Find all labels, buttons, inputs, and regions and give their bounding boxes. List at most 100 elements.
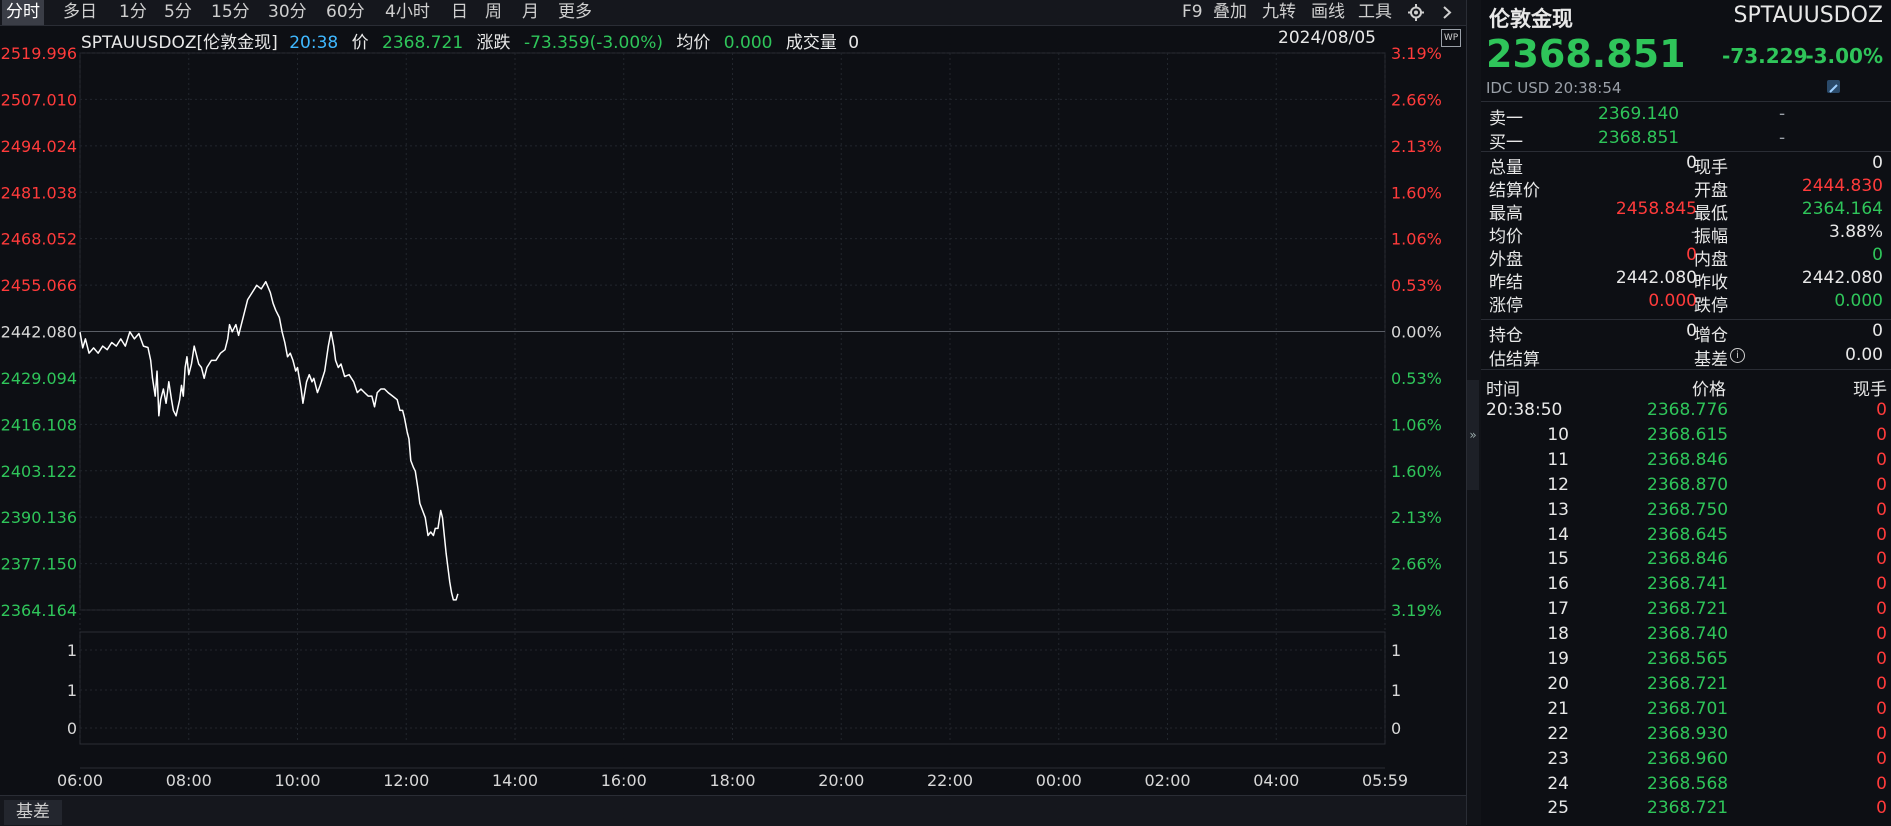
stat-label: 振幅 bbox=[1694, 227, 1728, 247]
add-value: 0 bbox=[1872, 321, 1883, 341]
panel-change: -73.229 bbox=[1722, 44, 1808, 68]
panel-subinfo: IDC USD 20:38:54 bbox=[1486, 79, 1622, 97]
tick-volume: 0 bbox=[1876, 798, 1887, 819]
tick-time: 15 bbox=[1547, 549, 1569, 570]
y-tick-label-left: 2519.996 bbox=[1, 44, 77, 63]
panel-code: SPTAUUSDOZ bbox=[1733, 3, 1883, 28]
tick-time: 21 bbox=[1547, 698, 1569, 719]
tick-time: 14 bbox=[1547, 524, 1569, 545]
tick-volume: 0 bbox=[1876, 549, 1887, 570]
y-tick-label-right: 3.19% bbox=[1391, 44, 1442, 63]
period-tab-day[interactable]: 日 bbox=[451, 0, 468, 25]
period-tab-1min[interactable]: 1分 bbox=[119, 0, 147, 25]
period-tab-4hour[interactable]: 4小时 bbox=[385, 0, 430, 25]
info-price-label: 价 bbox=[351, 33, 369, 53]
period-tab-30min[interactable]: 30分 bbox=[268, 0, 307, 25]
tick-volume: 0 bbox=[1876, 649, 1887, 669]
period-tab-more[interactable]: 更多 bbox=[558, 0, 592, 25]
period-tab-intraday[interactable]: 分时 bbox=[2, 0, 44, 25]
tick-volume: 0 bbox=[1876, 449, 1887, 470]
tick-price: 2368.645 bbox=[1647, 524, 1729, 545]
info-change-label: 涨跌 bbox=[476, 33, 511, 53]
basis-tab[interactable]: 基差 bbox=[4, 800, 62, 825]
draw-line-button[interactable]: 画线 bbox=[1311, 0, 1345, 25]
tools-button[interactable]: 工具 bbox=[1358, 0, 1392, 25]
tick-volume: 0 bbox=[1876, 673, 1887, 694]
period-tab-month[interactable]: 月 bbox=[522, 0, 539, 25]
volume-tick-label-left: 1 bbox=[67, 681, 77, 700]
y-tick-label-right: 1.60% bbox=[1391, 462, 1442, 481]
stat-label: 总量 bbox=[1489, 158, 1523, 178]
y-tick-label-left: 2403.122 bbox=[1, 462, 77, 481]
info-avg-label: 均价 bbox=[676, 33, 711, 53]
info-volume: 0 bbox=[848, 33, 860, 53]
tick-time: 17 bbox=[1547, 599, 1569, 620]
period-tab-week[interactable]: 周 bbox=[485, 0, 502, 25]
y-tick-label-left: 2507.010 bbox=[1, 90, 77, 109]
x-tick-label: 06:00 bbox=[57, 771, 103, 790]
ticks-header-volume: 现手 bbox=[1853, 380, 1887, 400]
volume-tick-label-left: 0 bbox=[67, 719, 77, 738]
info-avg: 0.000 bbox=[723, 33, 773, 53]
tick-price: 2368.721 bbox=[1647, 798, 1729, 819]
tick-time: 18 bbox=[1547, 624, 1569, 645]
tick-price: 2368.721 bbox=[1647, 599, 1729, 620]
ticks-header-price: 价格 bbox=[1692, 380, 1726, 400]
overlay-button[interactable]: 叠加 bbox=[1213, 0, 1247, 25]
stat-label: 现手 bbox=[1694, 158, 1728, 178]
y-tick-label-right: 1.06% bbox=[1391, 415, 1442, 434]
x-tick-label: 05:59 bbox=[1362, 771, 1408, 790]
intraday-chart[interactable]: 2519.996 3.19% 2507.010 2.66% 2494.024 2.13% 2… bbox=[0, 26, 1466, 795]
stat-value: 2442.080 bbox=[1615, 268, 1697, 288]
x-tick-label: 10:00 bbox=[274, 771, 320, 790]
wp-badge[interactable]: WP bbox=[1441, 29, 1461, 47]
tick-volume: 0 bbox=[1876, 574, 1887, 595]
tick-price: 2368.740 bbox=[1647, 624, 1729, 645]
tick-volume: 0 bbox=[1876, 624, 1887, 645]
tick-time: 25 bbox=[1547, 798, 1569, 819]
tick-volume: 0 bbox=[1876, 424, 1887, 445]
info-time: 20:38 bbox=[289, 33, 339, 53]
tick-time: 20:38:50 bbox=[1486, 400, 1563, 420]
y-tick-label-right: 2.13% bbox=[1391, 137, 1442, 156]
x-tick-label: 16:00 bbox=[601, 771, 647, 790]
stat-value: 0 bbox=[1686, 245, 1697, 265]
tick-volume: 0 bbox=[1876, 524, 1887, 545]
x-tick-label: 08:00 bbox=[166, 771, 212, 790]
tick-price: 2368.870 bbox=[1647, 474, 1729, 495]
period-tab-15min[interactable]: 15分 bbox=[211, 0, 250, 25]
period-tab-multiday[interactable]: 多日 bbox=[63, 0, 97, 25]
collapse-panel-button[interactable]: » bbox=[1467, 380, 1479, 490]
tick-volume: 0 bbox=[1876, 474, 1887, 495]
info-icon[interactable]: i bbox=[1730, 348, 1745, 363]
period-tab-60min[interactable]: 60分 bbox=[326, 0, 365, 25]
chevron-right-icon[interactable] bbox=[1440, 0, 1454, 25]
stat-value: 3.88% bbox=[1828, 222, 1883, 242]
period-toolbar: 分时 多日 1分 5分 15分 30分 60分 4小时 日 周 月 更多 F9 … bbox=[0, 0, 1466, 26]
bid-price: 2368.851 bbox=[1598, 128, 1680, 148]
stat-value: 0.000 bbox=[1648, 291, 1697, 311]
y-tick-label-left: 2481.038 bbox=[1, 183, 77, 202]
tick-time: 20 bbox=[1547, 673, 1569, 694]
y-tick-label-right: 0.53% bbox=[1391, 369, 1442, 388]
pencil-icon[interactable] bbox=[1827, 80, 1840, 93]
gear-icon[interactable] bbox=[1406, 0, 1426, 25]
info-price: 2368.721 bbox=[382, 33, 464, 53]
nine-turn-button[interactable]: 九转 bbox=[1262, 0, 1296, 25]
panel-change-pct: -3.00% bbox=[1805, 44, 1883, 68]
volume-tick-label-right: 1 bbox=[1391, 681, 1401, 700]
hold-label: 持仓 bbox=[1489, 326, 1523, 346]
volume-tick-label-left: 1 bbox=[67, 641, 77, 660]
tick-volume: 0 bbox=[1876, 400, 1887, 420]
info-symbol: SPTAUUSDOZ[伦敦金现] bbox=[81, 33, 278, 53]
info-bar: SPTAUUSDOZ[伦敦金现] 20:38 价 2368.721 涨跌 -73… bbox=[81, 28, 859, 53]
stat-label: 开盘 bbox=[1694, 181, 1728, 201]
tick-time: 10 bbox=[1547, 424, 1569, 445]
period-tab-5min[interactable]: 5分 bbox=[164, 0, 192, 25]
est-settle-label: 估结算 bbox=[1489, 350, 1540, 370]
x-tick-label: 14:00 bbox=[492, 771, 538, 790]
f9-button[interactable]: F9 bbox=[1182, 0, 1203, 25]
panel-separator bbox=[1481, 319, 1891, 320]
tick-price: 2368.930 bbox=[1647, 723, 1729, 744]
add-label: 增仓 bbox=[1694, 326, 1728, 346]
